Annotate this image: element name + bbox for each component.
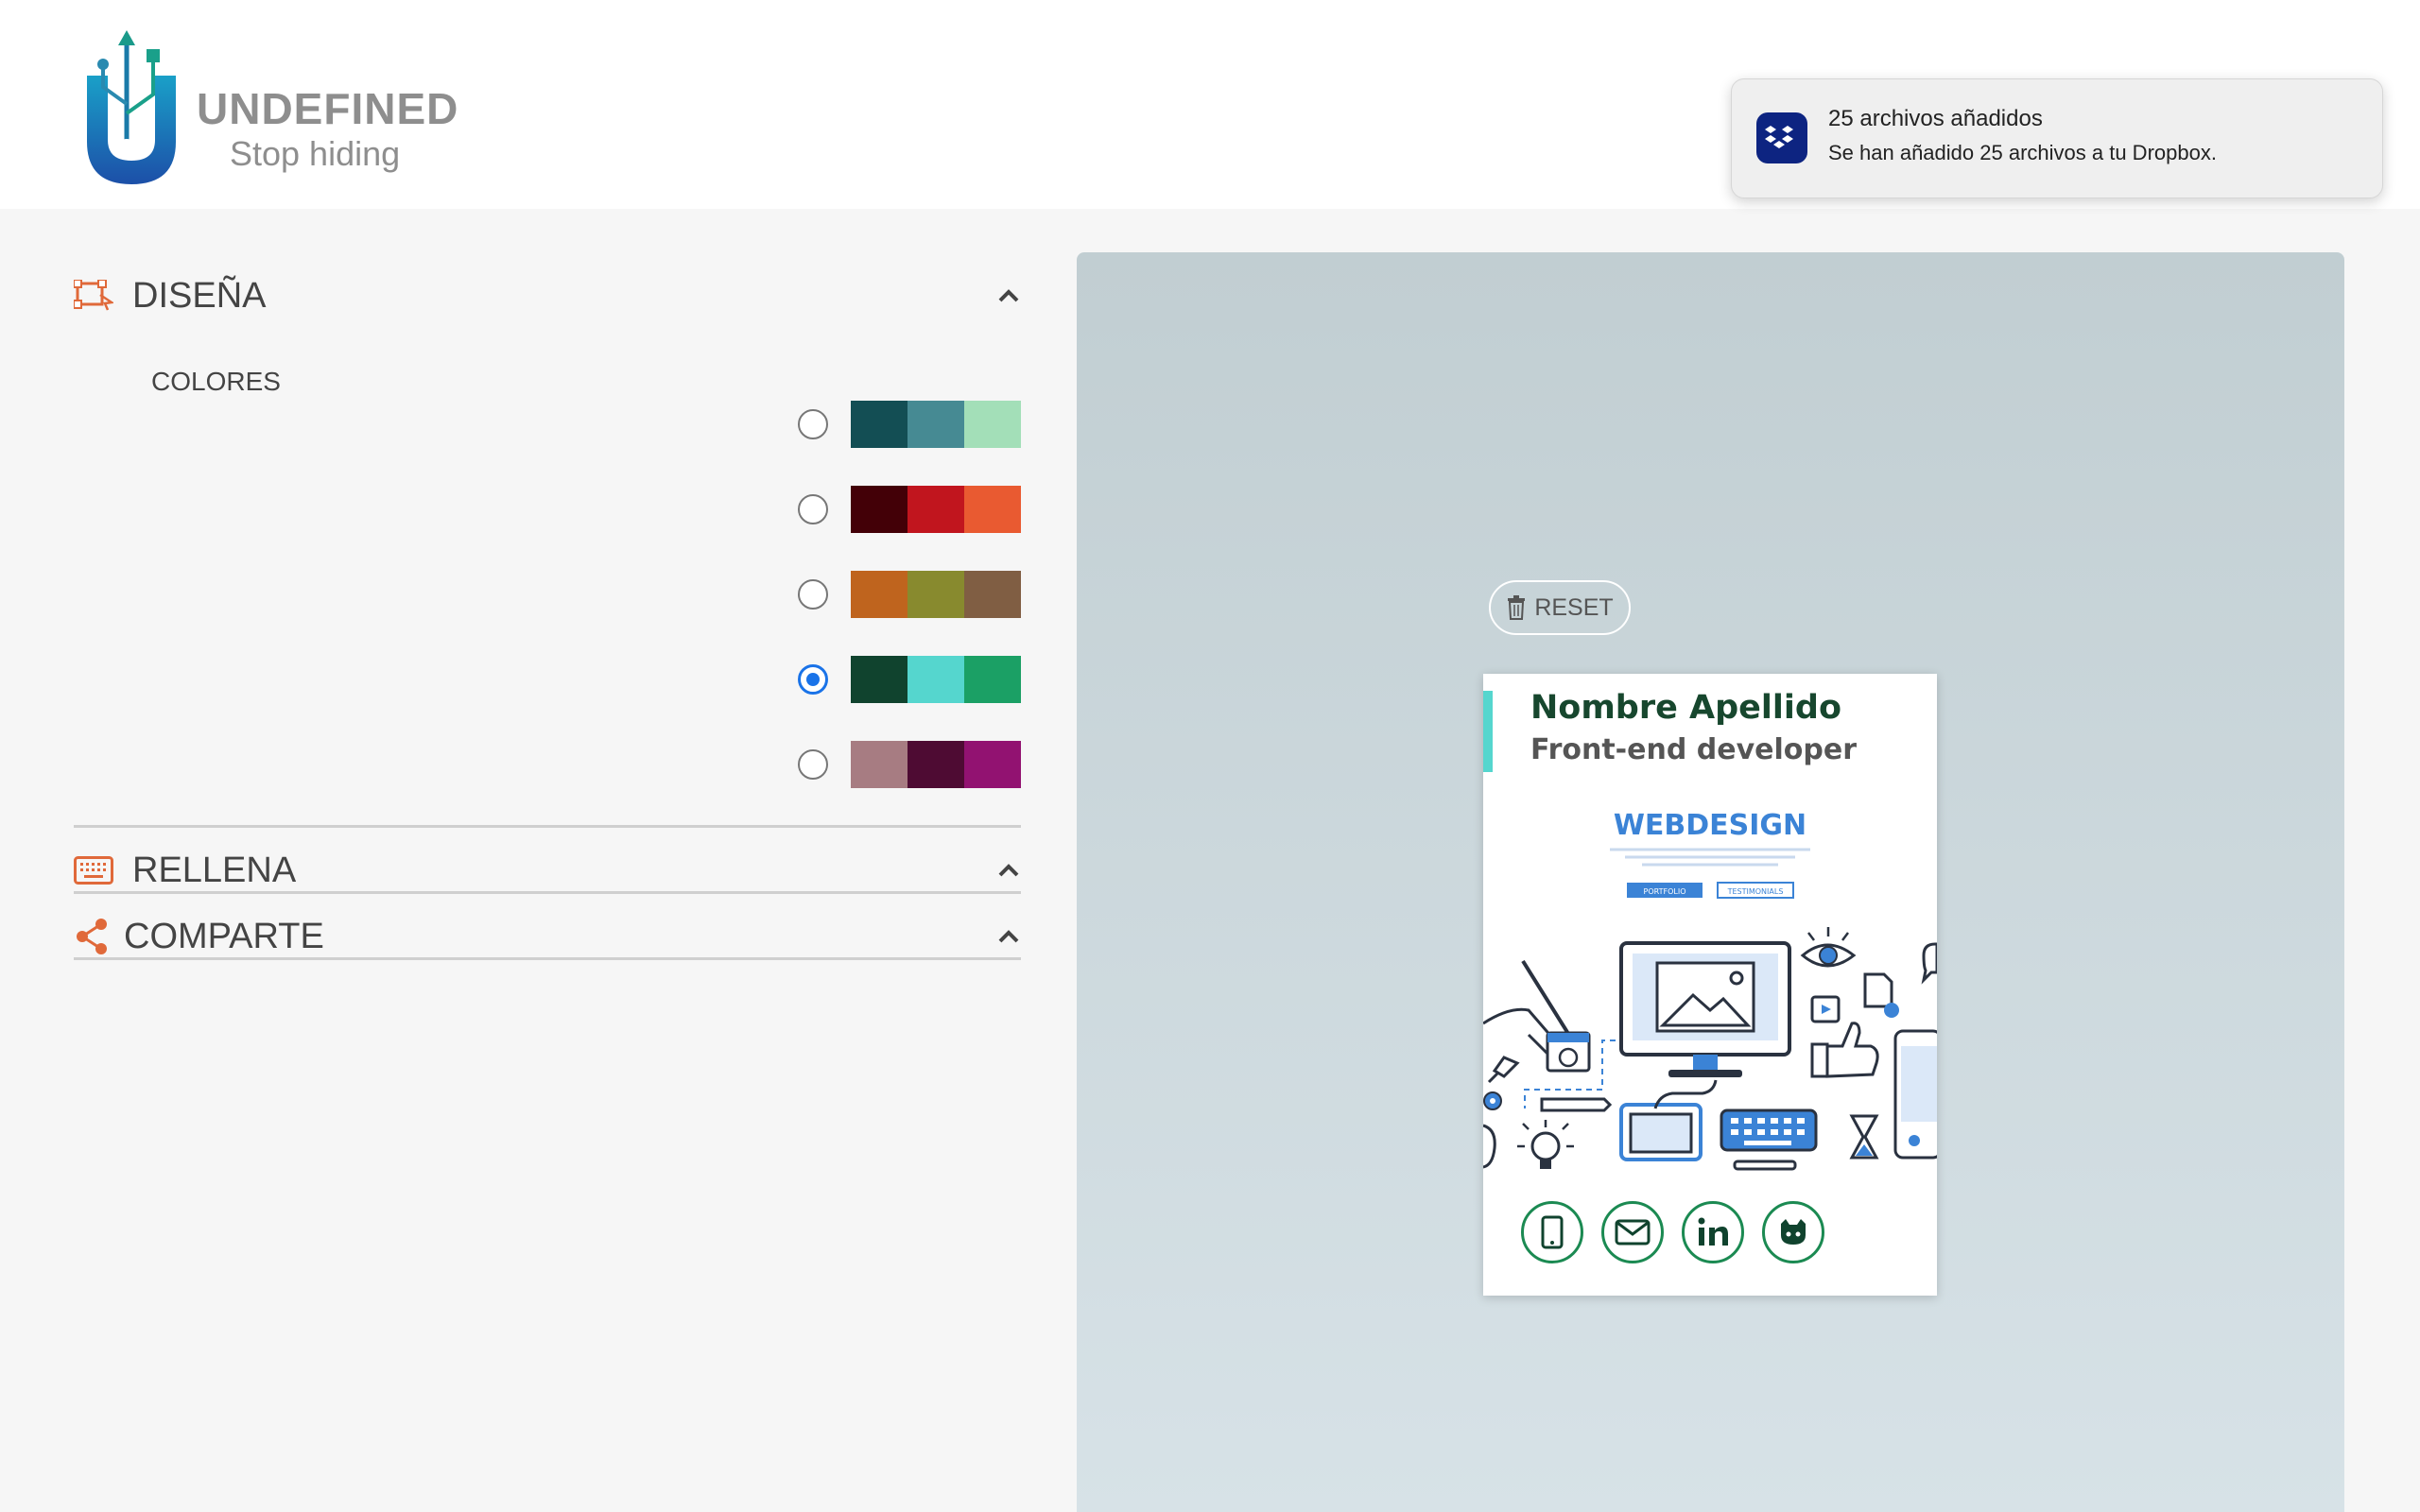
palette-swatches[interactable] xyxy=(851,401,1021,448)
illustration-btn2: TESTIMONIALS xyxy=(1727,887,1784,896)
palette-radio[interactable] xyxy=(798,409,828,439)
email-icon[interactable] xyxy=(1601,1201,1664,1263)
palette-swatches[interactable] xyxy=(851,656,1021,703)
dropbox-icon xyxy=(1756,112,1807,163)
section-divider xyxy=(74,825,1021,828)
palette-option[interactable] xyxy=(798,741,1021,790)
palette-radio[interactable] xyxy=(798,749,828,780)
notification-body: Se han añadido 25 archivos a tu Dropbox. xyxy=(1828,141,2217,164)
linkedin-icon[interactable] xyxy=(1682,1201,1744,1263)
palette-option[interactable] xyxy=(798,486,1021,535)
trash-icon xyxy=(1508,595,1526,620)
illustration-title: WEBDESIGN xyxy=(1614,809,1806,842)
card-accent-bar xyxy=(1483,691,1493,772)
palette-swatches[interactable] xyxy=(851,486,1021,533)
palette-option[interactable] xyxy=(798,401,1021,450)
keyboard-icon xyxy=(74,856,113,885)
contact-icons xyxy=(1521,1201,1833,1269)
notification-title: 25 archivos añadidos xyxy=(1828,106,2043,131)
phone-icon[interactable] xyxy=(1521,1201,1583,1263)
brand-name: UNDEFINED xyxy=(197,84,459,133)
github-icon[interactable] xyxy=(1762,1201,1824,1263)
brand-tagline: Stop hiding xyxy=(230,134,401,173)
colores-label: COLORES xyxy=(151,367,281,396)
usb-logo-icon xyxy=(87,30,176,184)
palette-swatches[interactable] xyxy=(851,741,1021,788)
card-name: Nombre Apellido xyxy=(1530,689,1842,727)
section-disena-title: DISEÑA xyxy=(132,276,267,316)
palette-option[interactable] xyxy=(798,571,1021,620)
notification-toast[interactable]: 25 archivos añadidos Se han añadido 25 a… xyxy=(1731,78,2383,198)
section-divider xyxy=(74,891,1021,894)
chevron-up-icon[interactable] xyxy=(996,858,1021,883)
illustration-btn1: PORTFOLIO xyxy=(1644,887,1686,896)
reset-button[interactable]: RESET xyxy=(1489,580,1631,635)
palette-option-selected[interactable] xyxy=(798,656,1021,705)
chevron-up-icon[interactable] xyxy=(996,284,1021,308)
section-disena-header[interactable]: DISEÑA xyxy=(74,268,1021,325)
share-icon xyxy=(77,919,107,954)
business-card-preview: Nombre Apellido Front-end developer WEBD… xyxy=(1483,674,1937,1296)
webdesign-illustration: WEBDESIGN PORTFOLIO TESTIMONIALS xyxy=(1483,809,1937,1171)
card-role: Front-end developer xyxy=(1530,733,1857,766)
palette-radio[interactable] xyxy=(798,579,828,610)
palette-radio[interactable] xyxy=(798,494,828,524)
palette-swatches[interactable] xyxy=(851,571,1021,618)
palette-radio-checked[interactable] xyxy=(798,664,828,695)
chevron-up-icon[interactable] xyxy=(996,924,1021,949)
design-icon xyxy=(74,280,113,311)
brand-logo[interactable]: UNDEFINED Stop hiding xyxy=(79,28,458,189)
reset-label: RESET xyxy=(1534,593,1614,621)
section-comparte-title: COMPARTE xyxy=(124,917,324,956)
section-divider xyxy=(74,957,1021,960)
section-rellena-title: RELLENA xyxy=(132,850,297,890)
